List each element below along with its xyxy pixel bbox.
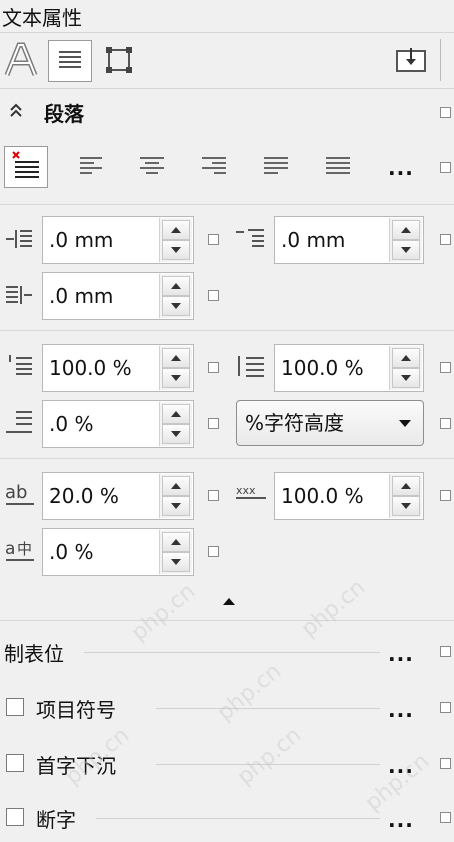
lock-checkbox[interactable] [208,234,219,245]
spin-up-button[interactable] [162,532,190,552]
left-indent-icon [234,226,266,252]
svg-text:a: a [5,539,15,559]
spin-down-button[interactable] [392,240,420,260]
watermark: php.cn [296,574,371,643]
lock-checkbox[interactable] [440,107,451,118]
lock-checkbox[interactable] [440,758,451,769]
lock-checkbox[interactable] [208,418,219,429]
bullets-label[interactable]: 项目符号 [36,694,116,723]
frame-tab-icon[interactable] [102,43,136,77]
tabs-label[interactable]: 制表位 [4,638,64,667]
spin-up-button[interactable] [392,476,420,496]
lock-checkbox[interactable] [208,362,219,373]
align-right-icon[interactable] [200,152,228,180]
align-left-icon[interactable] [78,152,106,180]
lock-checkbox[interactable] [440,162,451,173]
divider [0,620,454,621]
character-tab-icon[interactable] [4,41,38,79]
lock-checkbox[interactable] [208,546,219,557]
lock-checkbox[interactable] [440,702,451,713]
divider [0,204,454,205]
toolbar-divider [440,39,441,81]
toolbar [0,33,454,87]
char-spacing-icon: ab [4,480,36,508]
right-indent-icon [4,282,34,308]
left-indent-field[interactable]: .0 mm [274,216,424,264]
char-spacing-field[interactable]: 20.0 % [42,472,194,520]
language-spacing-field[interactable]: .0 % [42,528,194,576]
hyphenate-checkbox[interactable] [6,808,24,826]
collapse-more-icon[interactable] [223,598,235,605]
watermark: php.cn [232,722,307,791]
lock-checkbox[interactable] [208,490,219,501]
spacing-unit-dropdown[interactable]: %字符高度 [236,400,424,446]
more-align-button[interactable]: ... [388,156,414,180]
space-before-icon [4,352,34,380]
divider [0,88,454,89]
line-spacing-field[interactable]: 100.0 % [274,344,424,392]
spin-down-button[interactable] [162,368,190,388]
space-before-field[interactable]: 100.0 % [42,344,194,392]
spin-up-button[interactable] [162,476,190,496]
spin-up-button[interactable] [162,276,190,296]
spin-down-button[interactable] [162,296,190,316]
collapse-icon[interactable] [8,102,24,118]
align-force-justify-icon[interactable] [324,152,352,180]
hyphenate-label[interactable]: 断字 [36,804,76,833]
spin-up-button[interactable] [392,220,420,240]
tabs-more-button[interactable]: ... [388,642,414,666]
lock-checkbox[interactable] [440,234,451,245]
svg-text:中: 中 [17,540,32,558]
divider-line [84,652,380,653]
spin-down-button[interactable] [162,552,190,572]
lock-checkbox[interactable] [440,812,451,823]
align-none-button[interactable] [4,146,48,188]
watermark: php.cn [126,578,201,647]
divider [0,330,454,331]
spin-up-button[interactable] [392,348,420,368]
paragraph-tab-icon[interactable] [48,40,92,82]
spin-down-button[interactable] [392,368,420,388]
section-title: 段落 [44,102,84,126]
hyphenate-more-button[interactable]: ... [388,808,414,832]
word-spacing-icon: xxx [234,480,268,508]
spin-down-button[interactable] [162,496,190,516]
chevron-down-icon [399,420,411,427]
right-indent-field[interactable]: .0 mm [42,272,194,320]
import-icon[interactable] [394,45,428,75]
dropcap-checkbox[interactable] [6,754,24,772]
divider [0,458,454,459]
bullets-more-button[interactable]: ... [388,698,414,722]
align-center-icon[interactable] [138,152,166,180]
svg-text:ab: ab [5,482,27,503]
lock-checkbox[interactable] [440,418,451,429]
language-spacing-icon: a中 [4,536,36,564]
lock-checkbox[interactable] [440,362,451,373]
spin-down-button[interactable] [162,424,190,444]
spin-down-button[interactable] [162,240,190,260]
panel-title: 文本属性 [2,6,82,30]
divider-line [156,708,380,709]
spin-up-button[interactable] [162,220,190,240]
svg-text:xxx: xxx [236,484,256,497]
spin-down-button[interactable] [392,496,420,516]
word-spacing-field[interactable]: 100.0 % [274,472,424,520]
spin-up-button[interactable] [162,348,190,368]
bullets-checkbox[interactable] [6,698,24,716]
space-after-icon [4,408,34,436]
lock-checkbox[interactable] [208,290,219,301]
lock-checkbox[interactable] [440,646,451,657]
watermark: php.cn [212,658,287,727]
first-line-indent-field[interactable]: .0 mm [42,216,194,264]
first-line-indent-icon [4,226,34,252]
line-spacing-icon [234,352,266,380]
divider-line [96,818,380,819]
space-after-field[interactable]: .0 % [42,400,194,448]
lock-checkbox[interactable] [440,490,451,501]
align-justify-icon[interactable] [262,152,290,180]
spin-up-button[interactable] [162,404,190,424]
